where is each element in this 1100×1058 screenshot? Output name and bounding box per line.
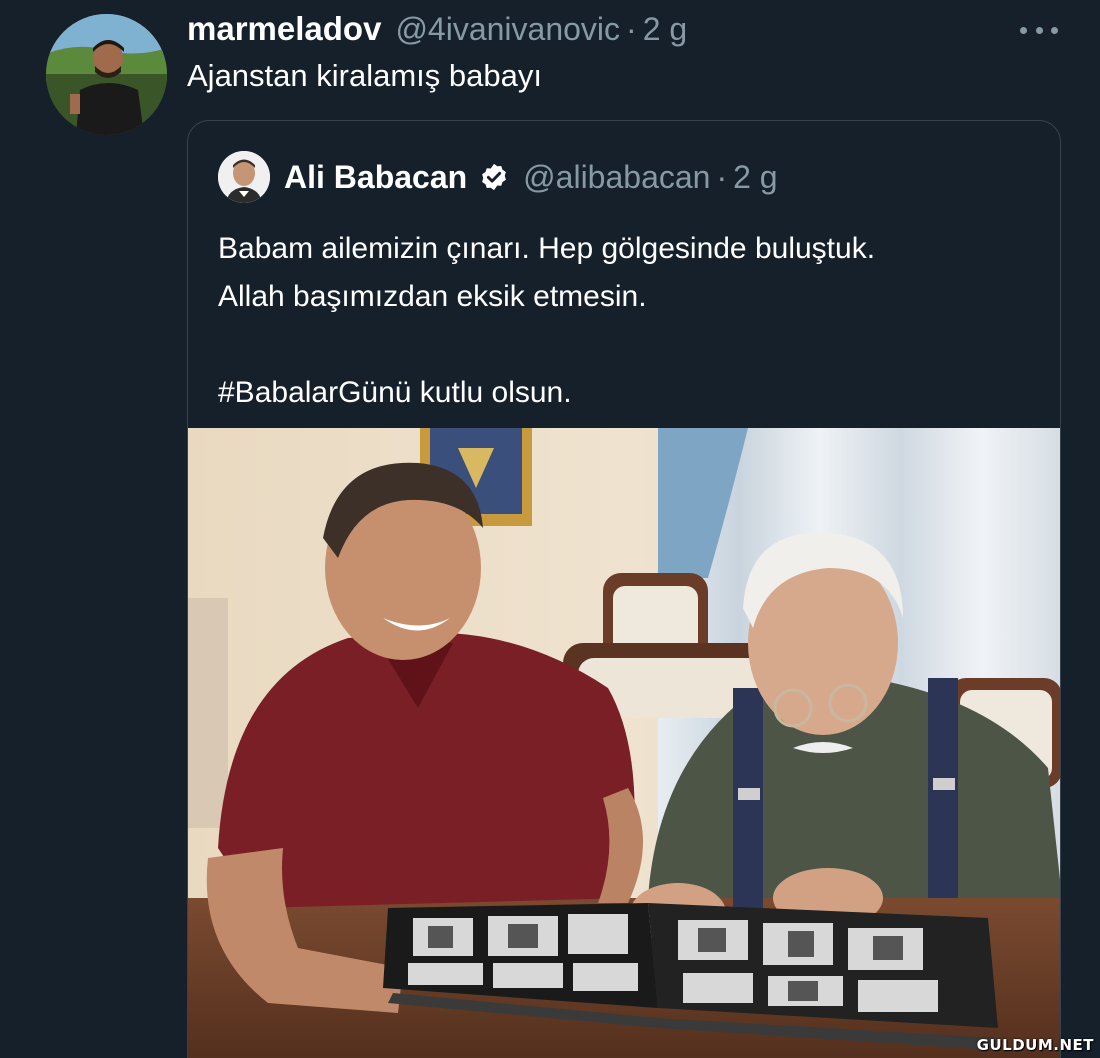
quoted-tweet-photo[interactable] [188, 428, 1060, 1058]
quoted-tweet[interactable]: Ali Babacan @alibabacan · 2 g Babam aile… [187, 120, 1061, 1058]
user-handle[interactable]: @4ivanivanovic [395, 11, 620, 48]
quoted-tweet-header: Ali Babacan @alibabacan · 2 g [218, 151, 778, 203]
tweet-header: marmeladov @4ivanivanovic · 2 g [187, 10, 687, 50]
display-name[interactable]: marmeladov [187, 10, 381, 48]
quoted-tweet-timestamp[interactable]: 2 g [733, 159, 777, 196]
separator-dot: · [716, 158, 728, 195]
more-icon[interactable] [1020, 20, 1058, 40]
quoted-text-line: Babam ailemizin çınarı. Hep gölgesinde b… [218, 232, 876, 265]
separator-dot: · [626, 11, 637, 47]
tweet: marmeladov @4ivanivanovic · 2 g Ajanstan… [0, 0, 1100, 1058]
tweet-text: Ajanstan kiralamış babayı [187, 58, 542, 93]
hashtag-line[interactable]: #BabalarGünü kutlu olsun. [218, 369, 1048, 417]
quoted-user-avatar[interactable] [218, 151, 270, 203]
quoted-user-handle[interactable]: @alibabacan [523, 159, 710, 196]
verified-icon [482, 163, 507, 191]
user-avatar[interactable] [46, 14, 167, 135]
quoted-display-name[interactable]: Ali Babacan [284, 159, 467, 196]
quoted-tweet-text: Babam ailemizin çınarı. Hep gölgesinde b… [218, 225, 1048, 417]
tweet-timestamp[interactable]: 2 g [643, 11, 687, 48]
watermark: GULDUM.NET [976, 1036, 1094, 1054]
quoted-text-line: Allah başımızdan eksik etmesin. [218, 280, 647, 313]
